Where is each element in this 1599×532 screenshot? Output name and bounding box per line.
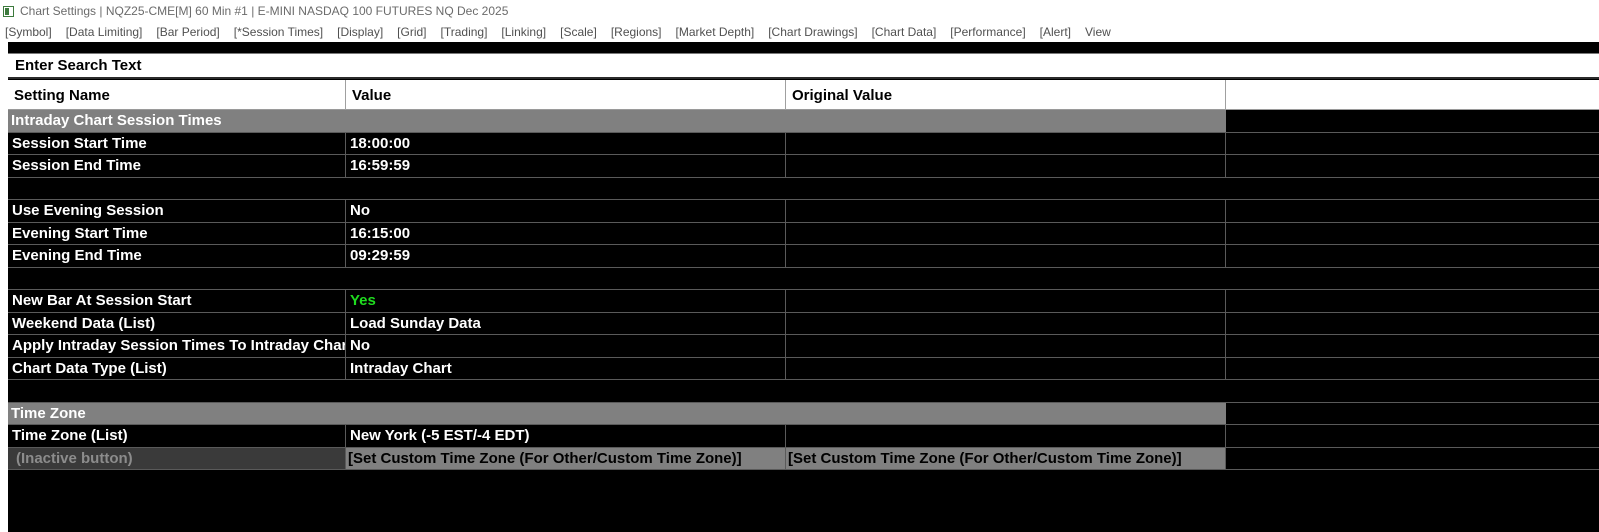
setting-value[interactable]: No	[346, 200, 786, 222]
setting-row[interactable]: Chart Data Type (List) Intraday Chart	[8, 357, 1599, 380]
column-header-setting-name[interactable]: Setting Name	[8, 80, 346, 110]
menu-display[interactable]: [Display]	[331, 25, 383, 39]
setting-original-value	[786, 425, 1226, 447]
set-custom-time-zone-button[interactable]: [Set Custom Time Zone (For Other/Custom …	[346, 447, 786, 469]
blank-row	[8, 268, 1599, 290]
section-header: Intraday Chart Session Times	[8, 110, 1599, 133]
row-filler	[1226, 223, 1599, 245]
section-header: Time Zone	[8, 402, 1599, 425]
setting-original-value	[786, 357, 1226, 379]
set-custom-time-zone-original-button[interactable]: [Set Custom Time Zone (For Other/Custom …	[786, 447, 1226, 469]
row-filler	[1226, 200, 1599, 222]
setting-original-value	[786, 245, 1226, 267]
setting-original-value	[786, 335, 1226, 357]
setting-original-value	[786, 155, 1226, 177]
menu-performance[interactable]: [Performance]	[944, 25, 1025, 39]
menu-trading[interactable]: [Trading]	[435, 25, 488, 39]
setting-value[interactable]: 09:29:59	[346, 245, 786, 267]
menu-alert[interactable]: [Alert]	[1034, 25, 1071, 39]
setting-row[interactable]: Apply Intraday Session Times To Intraday…	[8, 335, 1599, 358]
menu-session-times[interactable]: [*Session Times]	[228, 25, 323, 39]
section-filler	[1226, 402, 1599, 424]
setting-row[interactable]: Weekend Data (List) Load Sunday Data	[8, 312, 1599, 335]
app-icon	[3, 5, 14, 17]
row-filler	[1226, 448, 1599, 470]
setting-row[interactable]: Session End Time 16:59:59	[8, 155, 1599, 178]
menu-symbol[interactable]: [Symbol]	[0, 25, 52, 39]
setting-original-value	[786, 290, 1226, 312]
setting-original-value	[786, 222, 1226, 244]
inactive-button-row[interactable]: (Inactive button) [Set Custom Time Zone (…	[8, 447, 1599, 470]
menu-chart-data[interactable]: [Chart Data]	[866, 25, 937, 39]
menu-market-depth[interactable]: [Market Depth]	[670, 25, 755, 39]
menu-bar: [Symbol] [Data Limiting] [Bar Period] [*…	[0, 22, 1599, 42]
table-header: Setting Name Value Original Value	[8, 80, 1599, 110]
setting-original-value	[786, 312, 1226, 334]
menu-data-limiting[interactable]: [Data Limiting]	[60, 25, 143, 39]
setting-row[interactable]: New Bar At Session Start Yes	[8, 290, 1599, 313]
section-title: Intraday Chart Session Times	[8, 110, 1226, 132]
setting-row[interactable]: Use Evening Session No	[8, 200, 1599, 223]
setting-name: Use Evening Session	[8, 200, 346, 222]
setting-original-value	[786, 200, 1226, 222]
menu-chart-drawings[interactable]: [Chart Drawings]	[762, 25, 857, 39]
row-filler	[1226, 245, 1599, 267]
setting-name: Evening Start Time	[8, 222, 346, 244]
settings-table: Intraday Chart Session Times Session Star…	[8, 110, 1599, 470]
setting-name: Session Start Time	[8, 132, 346, 154]
setting-value[interactable]: 16:15:00	[346, 222, 786, 244]
row-filler	[1226, 155, 1599, 177]
left-margin	[0, 42, 8, 532]
row-filler	[1226, 290, 1599, 312]
row-filler	[1226, 133, 1599, 155]
menu-regions[interactable]: [Regions]	[605, 25, 662, 39]
blank-row	[8, 178, 1599, 200]
row-filler	[1226, 335, 1599, 357]
row-filler	[1226, 313, 1599, 335]
blank-row	[8, 380, 1599, 403]
settings-panel: Enter Search Text Setting Name Value Ori…	[0, 42, 1599, 532]
setting-row[interactable]: Time Zone (List) New York (-5 EST/-4 EDT)	[8, 425, 1599, 448]
menu-bar-period[interactable]: [Bar Period]	[150, 25, 219, 39]
setting-value[interactable]: Yes	[346, 290, 786, 312]
setting-name: Weekend Data (List)	[8, 312, 346, 334]
setting-value[interactable]: 16:59:59	[346, 155, 786, 177]
setting-name: Session End Time	[8, 155, 346, 177]
row-filler	[1226, 425, 1599, 447]
menu-grid[interactable]: [Grid]	[391, 25, 426, 39]
setting-name: Apply Intraday Session Times To Intraday…	[8, 335, 346, 357]
setting-name: Evening End Time	[8, 245, 346, 267]
setting-name: New Bar At Session Start	[8, 290, 346, 312]
column-header-value[interactable]: Value	[346, 80, 786, 110]
setting-value[interactable]: No	[346, 335, 786, 357]
setting-name: Chart Data Type (List)	[8, 357, 346, 379]
setting-name: Time Zone (List)	[8, 425, 346, 447]
section-title: Time Zone	[8, 402, 1226, 424]
menu-linking[interactable]: [Linking]	[495, 25, 546, 39]
menu-view[interactable]: View	[1079, 25, 1111, 39]
search-input[interactable]: Enter Search Text	[8, 53, 1599, 79]
setting-value[interactable]: Load Sunday Data	[346, 312, 786, 334]
setting-name: (Inactive button)	[8, 447, 346, 469]
setting-original-value	[786, 132, 1226, 154]
setting-row[interactable]: Evening Start Time 16:15:00	[8, 222, 1599, 245]
title-bar: Chart Settings | NQZ25-CME[M] 60 Min #1 …	[0, 0, 1599, 22]
setting-row[interactable]: Session Start Time 18:00:00	[8, 132, 1599, 155]
setting-row[interactable]: Evening End Time 09:29:59	[8, 245, 1599, 268]
column-header-original-value[interactable]: Original Value	[786, 80, 1226, 110]
menu-scale[interactable]: [Scale]	[554, 25, 597, 39]
row-filler	[1226, 358, 1599, 380]
setting-value[interactable]: New York (-5 EST/-4 EDT)	[346, 425, 786, 447]
setting-value[interactable]: Intraday Chart	[346, 357, 786, 379]
search-placeholder: Enter Search Text	[15, 57, 142, 74]
section-filler	[1226, 110, 1599, 132]
window-title: Chart Settings | NQZ25-CME[M] 60 Min #1 …	[20, 4, 509, 18]
column-header-empty	[1226, 80, 1599, 110]
setting-value[interactable]: 18:00:00	[346, 132, 786, 154]
